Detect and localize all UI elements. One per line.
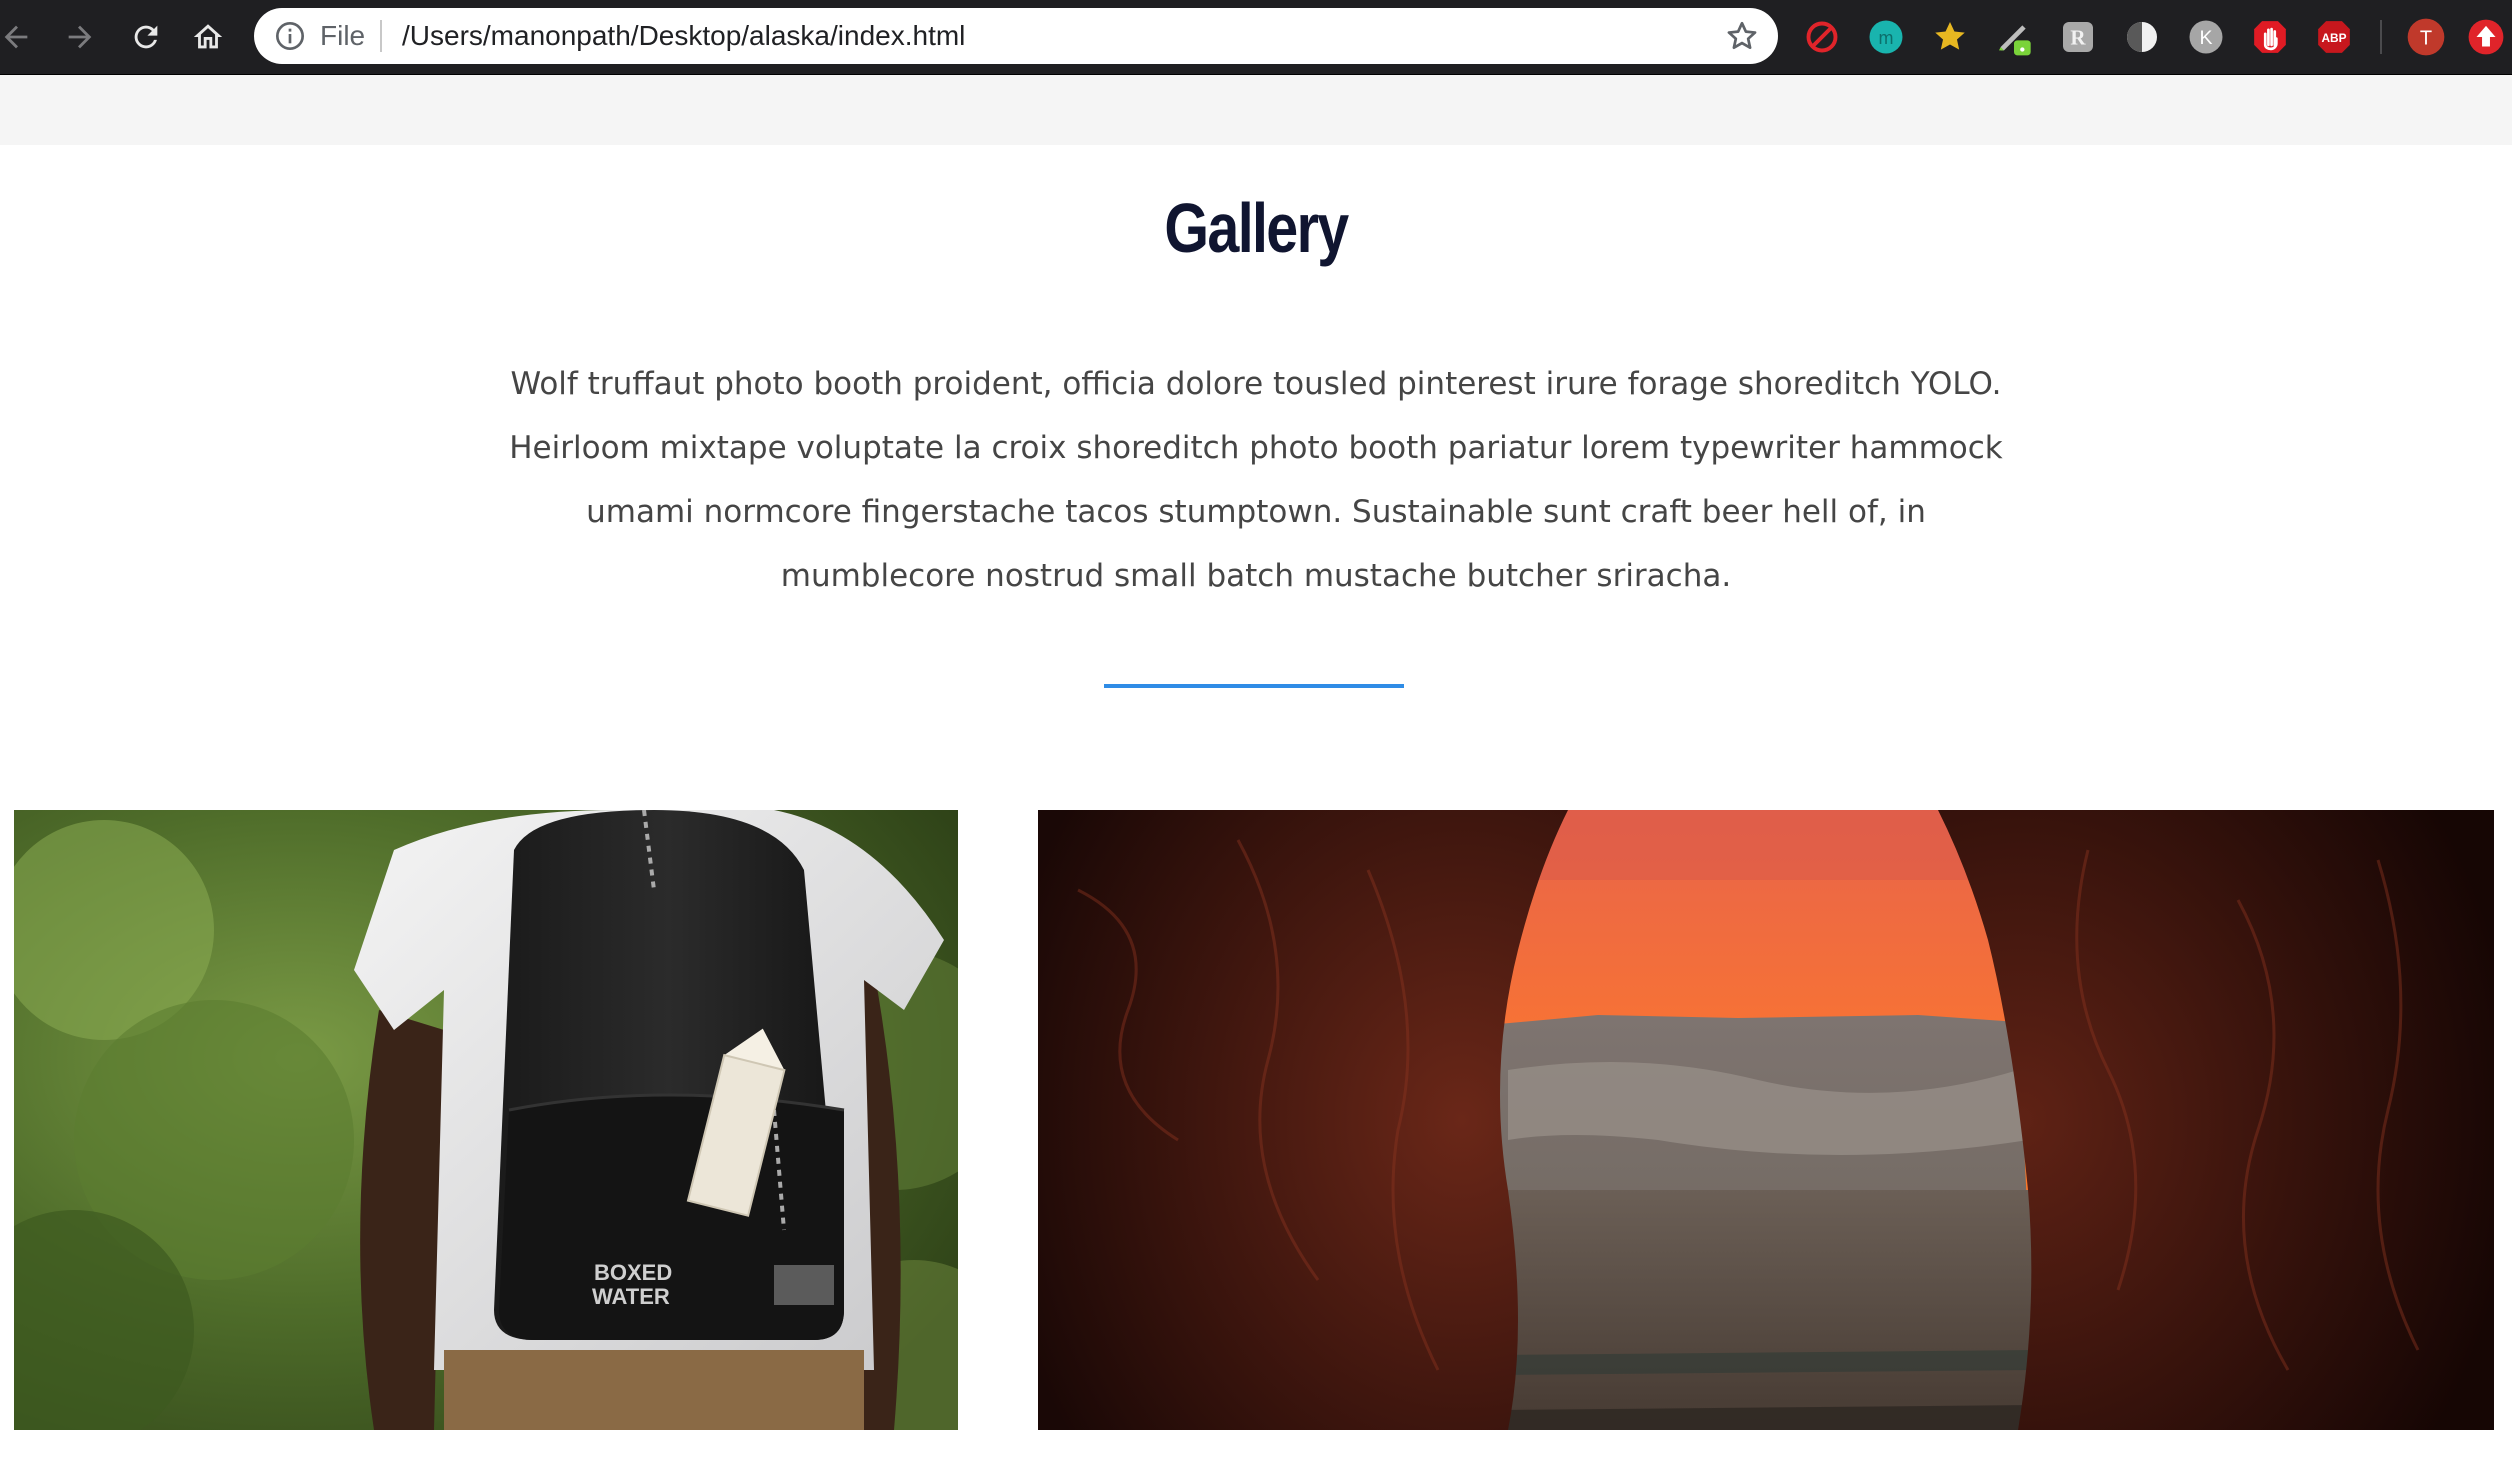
forward-button[interactable]	[56, 13, 104, 61]
arrow-right-icon	[68, 25, 92, 49]
section-divider	[1104, 684, 1404, 688]
svg-text:R: R	[2070, 26, 2086, 50]
section-title: Gallery	[1164, 189, 1349, 267]
gallery-photo-backpack[interactable]: BOXED WATER	[14, 810, 958, 1430]
star-badge-icon[interactable]	[1930, 17, 1970, 57]
address-bar[interactable]: File /Users/manonpath/Desktop/alaska/ind…	[254, 8, 1778, 64]
reload-icon	[134, 25, 158, 49]
url-text[interactable]: /Users/manonpath/Desktop/alaska/index.ht…	[402, 19, 965, 53]
adblock-plus-icon[interactable]: ABP	[2314, 17, 2354, 57]
half-moon-icon[interactable]	[2122, 17, 2162, 57]
no-entry-icon[interactable]	[1802, 17, 1842, 57]
browser-toolbar: File /Users/manonpath/Desktop/alaska/ind…	[0, 0, 2512, 75]
svg-text:WATER: WATER	[592, 1284, 670, 1309]
gallery-photo-canyon[interactable]	[1038, 810, 2494, 1430]
omnibox-divider	[380, 20, 382, 52]
teal-m-icon[interactable]: m	[1866, 17, 1906, 57]
svg-text:BOXED: BOXED	[594, 1260, 672, 1285]
svg-text:ABP: ABP	[2321, 31, 2346, 45]
red-arrow-icon[interactable]	[2466, 17, 2506, 57]
pen-icon[interactable]	[1994, 17, 2034, 57]
home-button[interactable]	[184, 13, 232, 61]
svg-text:K: K	[2199, 27, 2212, 49]
backpack-photo-image: BOXED WATER	[14, 810, 958, 1430]
site-nav-bar	[0, 75, 2512, 145]
home-icon	[193, 24, 223, 49]
back-button[interactable]	[0, 13, 40, 61]
svg-text:T: T	[2420, 28, 2432, 50]
k-icon[interactable]: K	[2186, 17, 2226, 57]
svg-text:m: m	[1879, 28, 1894, 48]
r-icon[interactable]: R	[2058, 17, 2098, 57]
info-icon[interactable]	[274, 20, 306, 52]
hand-stop-icon[interactable]	[2250, 17, 2290, 57]
reload-button[interactable]	[122, 13, 170, 61]
scheme-label: File	[320, 20, 366, 51]
toolbar-separator	[2380, 20, 2382, 54]
profile-avatar[interactable]: T	[2406, 17, 2446, 57]
canyon-photo-image	[1038, 810, 2494, 1430]
arrow-left-icon	[4, 25, 28, 49]
bookmark-star-icon[interactable]	[1724, 18, 1760, 54]
section-intro: Wolf truffaut photo booth proident, offi…	[509, 366, 2003, 594]
